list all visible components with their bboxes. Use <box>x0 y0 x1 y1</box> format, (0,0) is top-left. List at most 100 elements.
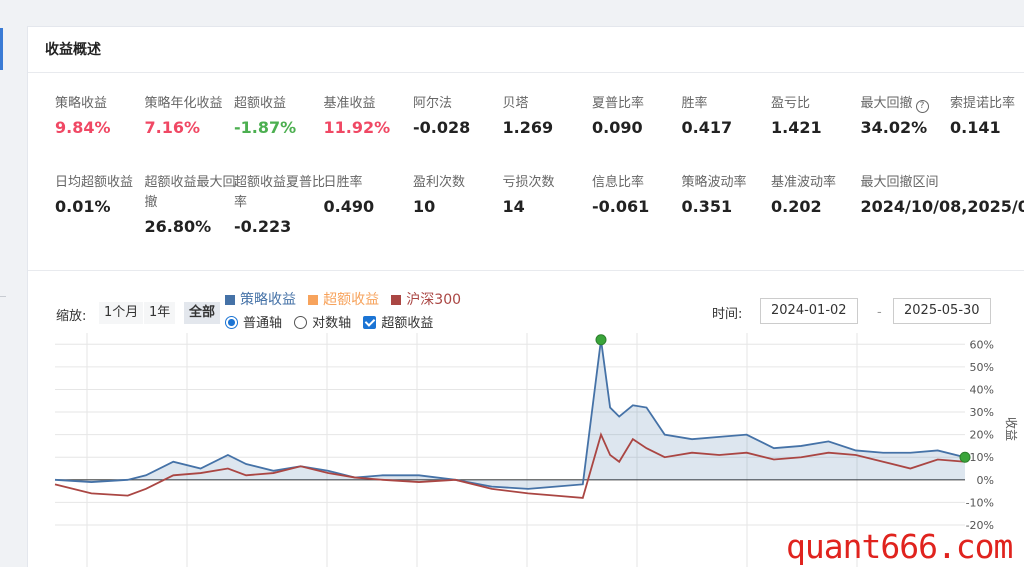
metric-metrics_row2-2: 超额收益夏普比率 -0.223 <box>234 173 329 236</box>
y-tick-label: 10% <box>970 451 994 464</box>
y-tick-label: 60% <box>970 338 994 351</box>
metric-label: 信息比率 <box>592 173 687 193</box>
metric-label-text: 盈利次数 <box>413 175 466 190</box>
metric-value: 1.269 <box>502 118 554 137</box>
metric-value: 7.16% <box>144 118 201 137</box>
metric-value: -0.061 <box>592 197 650 216</box>
metric-label: 日胜率 <box>324 173 419 193</box>
metric-label-text: 夏普比率 <box>592 96 645 111</box>
panel-title: 收益概述 <box>28 27 1024 73</box>
y-axis-label: 收益 <box>1004 417 1018 441</box>
y-tick-label: -10% <box>966 496 994 509</box>
metric-value: 10 <box>413 197 436 216</box>
legend-label-hs300: 沪深300 <box>406 292 462 308</box>
metric-value: 0.417 <box>681 118 733 137</box>
date-separator: - <box>877 305 882 320</box>
metric-metrics_row2-5: 亏损次数 14 <box>503 173 598 216</box>
zoom-1year-button[interactable]: 1年 <box>144 302 176 324</box>
metric-metrics_row2-6: 信息比率 -0.061 <box>592 173 687 216</box>
watermark: quant666.com <box>786 527 1013 566</box>
metric-metrics_row1-2: 超额收益 -1.87% <box>234 94 329 137</box>
metric-label: 阿尔法 <box>413 94 508 114</box>
metric-label-text: 超额收益 <box>234 96 287 111</box>
metric-value: 2024/10/08,2025/0 <box>860 197 1024 216</box>
legend-item-excess[interactable]: 超额收益 <box>308 292 379 308</box>
metric-label: 最大回撤区间 <box>861 173 956 193</box>
date-from-input[interactable]: 2024-01-02 <box>760 298 858 324</box>
metric-metrics_row1-1: 策略年化收益 7.16% <box>145 94 240 137</box>
metric-label: 策略收益 <box>55 94 150 114</box>
metric-label-text: 日均超额收益 <box>55 175 134 190</box>
legend-item-hs300[interactable]: 沪深300 <box>391 292 461 308</box>
zoom-all-button[interactable]: 全部 <box>184 302 221 324</box>
metric-metrics_row2-3: 日胜率 0.490 <box>324 173 419 216</box>
y-tick-label: 50% <box>970 361 994 374</box>
metric-label-text: 超额收益最大回撤 <box>144 175 236 210</box>
metric-metrics_row1-5: 贝塔 1.269 <box>503 94 598 137</box>
metric-label: 日均超额收益 <box>55 173 150 193</box>
metric-label: 基准收益 <box>324 94 419 114</box>
metric-metrics_row1-3: 基准收益 11.92% <box>324 94 419 137</box>
metric-metrics_row1-10: 索提诺比率 0.141 <box>950 94 1024 137</box>
left-rail <box>0 0 27 567</box>
metric-label: 索提诺比率 <box>950 94 1024 114</box>
metric-label-text: 胜率 <box>681 96 708 111</box>
metric-label-text: 最大回撤 <box>860 96 913 111</box>
metric-metrics_row1-4: 阿尔法 -0.028 <box>413 94 508 137</box>
metric-value: -0.223 <box>234 217 292 236</box>
extreme-point-marker-1 <box>959 451 971 463</box>
metric-value: 1.421 <box>771 118 822 137</box>
legend-swatch-strategy <box>225 295 235 305</box>
y-tick-label: 30% <box>970 406 994 419</box>
metric-value: 0.351 <box>681 197 733 216</box>
metric-value: 34.02% <box>860 118 928 137</box>
metric-label: 贝塔 <box>503 94 598 114</box>
metric-value: 0.490 <box>323 197 375 216</box>
metric-value: -1.87% <box>234 118 297 137</box>
zoom-1month-button[interactable]: 1个月 <box>99 302 144 324</box>
metric-value: 9.84% <box>55 118 111 137</box>
y-tick-label: 40% <box>970 383 994 396</box>
legend-label-excess: 超额收益 <box>323 292 380 308</box>
metric-metrics_row2-9: 最大回撤区间 2024/10/08,2025/0 <box>860 173 1024 216</box>
legend-label-strategy: 策略收益 <box>240 292 296 308</box>
metric-label-text: 最大回撤区间 <box>860 175 939 190</box>
metric-metrics_row2-8: 基准波动率 0.202 <box>771 173 866 216</box>
metric-label-text: 亏损次数 <box>502 175 555 190</box>
metric-label-text: 信息比率 <box>592 175 645 190</box>
divider <box>28 270 1024 271</box>
metric-value: 0.090 <box>592 118 643 137</box>
y-tick-label: 0% <box>977 474 994 487</box>
metric-value: 14 <box>502 197 525 216</box>
metric-label: 基准波动率 <box>771 173 866 193</box>
zoom-label: 缩放: <box>56 309 87 324</box>
metric-label-text: 日胜率 <box>323 175 363 190</box>
metric-label: 策略年化收益 <box>145 94 240 114</box>
legend: 策略收益 超额收益 沪深300 <box>225 289 461 309</box>
metric-label: 超额收益 <box>234 94 329 114</box>
y-tick-label: 20% <box>970 429 994 442</box>
metric-value: 0.141 <box>950 118 1001 137</box>
time-label: 时间: <box>712 307 743 322</box>
legend-swatch-hs300 <box>391 295 402 305</box>
metric-metrics_row1-7: 胜率 0.417 <box>682 94 777 137</box>
legend-swatch-excess <box>308 295 319 305</box>
metric-label: 盈利次数 <box>413 173 508 193</box>
legend-item-strategy[interactable]: 策略收益 <box>225 292 296 308</box>
metric-value: -0.028 <box>413 118 471 137</box>
metric-label: 亏损次数 <box>503 173 598 193</box>
date-to-input[interactable]: 2025-05-30 <box>893 298 991 324</box>
metric-value: 26.80% <box>144 217 212 236</box>
metric-metrics_row2-7: 策略波动率 0.351 <box>682 173 777 216</box>
metric-metrics_row1-6: 夏普比率 0.090 <box>592 94 687 137</box>
metric-label-text: 索提诺比率 <box>950 96 1016 111</box>
metric-label-text: 基准收益 <box>323 96 376 111</box>
metric-label-text: 阿尔法 <box>413 96 453 111</box>
metric-label: 最大回撤? <box>861 94 956 114</box>
question-circle-icon[interactable]: ? <box>915 100 929 113</box>
metric-label-text: 策略收益 <box>55 96 108 111</box>
metric-label: 盈亏比 <box>771 94 866 114</box>
metric-metrics_row2-0: 日均超额收益 0.01% <box>55 173 150 216</box>
metric-label: 策略波动率 <box>682 173 777 193</box>
metric-label-text: 基准波动率 <box>771 175 837 190</box>
